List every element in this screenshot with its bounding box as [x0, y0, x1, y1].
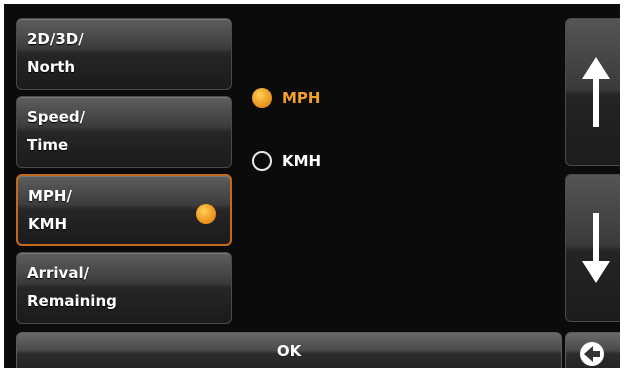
- selected-indicator-icon: [196, 204, 216, 224]
- menu-item-2d-3d-north[interactable]: 2D/3D/ North: [16, 18, 232, 90]
- settings-screen: 2D/3D/ North Speed/ Time MPH/ KMH Arriva…: [4, 4, 620, 368]
- arrow-down-icon: [582, 213, 610, 283]
- arrow-up-icon: [582, 57, 610, 127]
- radio-unchecked-icon[interactable]: [252, 151, 272, 171]
- radio-option-label: MPH: [282, 89, 321, 107]
- menu-item-speed-time[interactable]: Speed/ Time: [16, 96, 232, 168]
- scroll-up-button[interactable]: [565, 18, 620, 166]
- back-icon: [580, 342, 604, 366]
- menu-item-label-line1: 2D/3D/: [27, 30, 84, 48]
- ok-button[interactable]: OK: [16, 332, 562, 368]
- scroll-down-button[interactable]: [565, 174, 620, 322]
- radio-option-label: KMH: [282, 152, 322, 170]
- menu-item-label-line1: Arrival/: [27, 264, 90, 282]
- menu-item-label-line2: Time: [27, 136, 69, 154]
- menu-item-label-line1: Speed/: [27, 108, 86, 126]
- menu-item-mph-kmh[interactable]: MPH/ KMH: [16, 174, 232, 246]
- menu-item-label-line2: Remaining: [27, 292, 117, 310]
- back-button[interactable]: [565, 332, 620, 368]
- menu-item-label-line2: North: [27, 58, 76, 76]
- radio-option-kmh[interactable]: KMH: [252, 149, 321, 173]
- radio-option-mph[interactable]: MPH: [252, 86, 320, 110]
- radio-checked-icon[interactable]: [252, 88, 272, 108]
- menu-item-arrival-remaining[interactable]: Arrival/ Remaining: [16, 252, 232, 324]
